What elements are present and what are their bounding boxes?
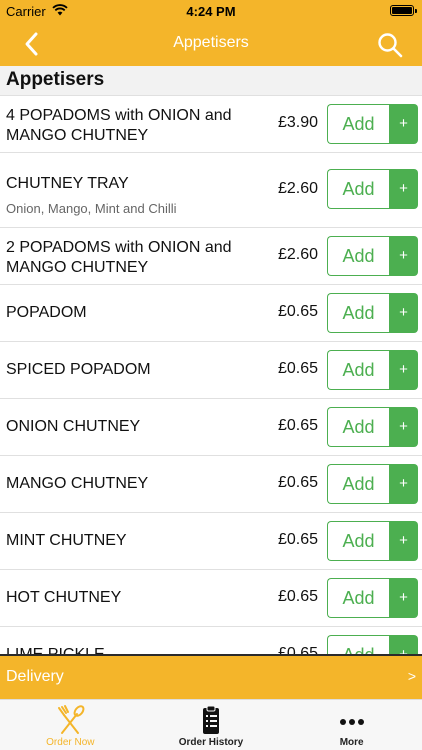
add-button[interactable]: Add + bbox=[327, 521, 418, 561]
item-price: £2.60 bbox=[277, 180, 318, 197]
nav-title: Appetisers bbox=[173, 34, 249, 51]
item-price: £0.65 bbox=[277, 303, 318, 320]
add-button-label: Add bbox=[327, 350, 389, 390]
item-price: £0.65 bbox=[277, 417, 318, 434]
item-name: 4 POPADOMS with ONION and MANGO CHUTNEY bbox=[6, 107, 232, 144]
menu-item: CHUTNEY TRAY Onion, Mango, Mint and Chil… bbox=[0, 153, 422, 228]
tab-bar: Order Now Order History More bbox=[0, 699, 422, 750]
item-name: POPADOM bbox=[6, 304, 87, 321]
add-button-label: Add bbox=[327, 521, 389, 561]
nav-bar: Appetisers bbox=[0, 22, 422, 66]
fork-knife-icon bbox=[58, 705, 85, 734]
item-description: Onion, Mango, Mint and Chilli bbox=[6, 201, 177, 216]
add-button-label: Add bbox=[327, 104, 389, 144]
status-time: 4:24 PM bbox=[186, 4, 236, 19]
add-button[interactable]: Add + bbox=[327, 635, 418, 654]
add-button[interactable]: Add + bbox=[327, 464, 418, 504]
item-price: £0.65 bbox=[277, 531, 318, 548]
menu-item: 4 POPADOMS with ONION and MANGO CHUTNEY … bbox=[0, 96, 422, 153]
add-button-label: Add bbox=[327, 407, 389, 447]
more-dots-icon bbox=[339, 719, 364, 725]
plus-icon: + bbox=[389, 293, 418, 333]
item-price: £0.65 bbox=[277, 360, 318, 377]
plus-icon: + bbox=[389, 169, 418, 209]
add-button-label: Add bbox=[327, 293, 389, 333]
item-name: 2 POPADOMS with ONION and MANGO CHUTNEY bbox=[6, 239, 232, 276]
plus-icon: + bbox=[389, 464, 418, 504]
chevron-right-icon: > bbox=[407, 668, 416, 684]
item-name: SPICED POPADOM bbox=[6, 361, 151, 378]
tab-label: More bbox=[339, 737, 364, 748]
menu-item: MANGO CHUTNEY £0.65 Add + bbox=[0, 456, 422, 513]
add-button-label: Add bbox=[327, 236, 389, 276]
clipboard-icon bbox=[203, 705, 219, 734]
item-price: £0.65 bbox=[277, 474, 318, 491]
menu-item: SPICED POPADOM £0.65 Add + bbox=[0, 342, 422, 399]
item-price: £3.90 bbox=[277, 114, 318, 131]
add-button-label: Add bbox=[327, 635, 389, 654]
item-price: £0.65 bbox=[277, 645, 318, 654]
menu-item: 2 POPADOMS with ONION and MANGO CHUTNEY … bbox=[0, 228, 422, 285]
plus-icon: + bbox=[389, 350, 418, 390]
tab-order-history[interactable]: Order History bbox=[141, 700, 282, 750]
plus-icon: + bbox=[389, 104, 418, 144]
status-bar: Carrier 4:24 PM bbox=[0, 0, 422, 22]
add-button-label: Add bbox=[327, 578, 389, 618]
add-button[interactable]: Add + bbox=[327, 169, 418, 209]
menu-item: MINT CHUTNEY £0.65 Add + bbox=[0, 513, 422, 570]
add-button[interactable]: Add + bbox=[327, 578, 418, 618]
item-price: £0.65 bbox=[277, 588, 318, 605]
menu-item: POPADOM £0.65 Add + bbox=[0, 285, 422, 342]
search-icon[interactable] bbox=[376, 31, 404, 59]
plus-icon: + bbox=[389, 635, 418, 654]
delivery-label: Delivery bbox=[6, 668, 64, 685]
battery-icon bbox=[390, 5, 417, 16]
item-name: HOT CHUTNEY bbox=[6, 589, 122, 606]
plus-icon: + bbox=[389, 236, 418, 276]
item-name: ONION CHUTNEY bbox=[6, 418, 141, 435]
item-price: £2.60 bbox=[277, 246, 318, 263]
menu-item: HOT CHUTNEY £0.65 Add + bbox=[0, 570, 422, 627]
add-button[interactable]: Add + bbox=[327, 236, 418, 276]
menu-list[interactable]: Appetisers 4 POPADOMS with ONION and MAN… bbox=[0, 66, 422, 654]
item-name: MANGO CHUTNEY bbox=[6, 475, 149, 492]
tab-label: Order Now bbox=[46, 737, 95, 748]
tab-more[interactable]: More bbox=[281, 700, 422, 750]
add-button-label: Add bbox=[327, 464, 389, 504]
add-button[interactable]: Add + bbox=[327, 293, 418, 333]
menu-item: LIME PICKLE £0.65 Add + bbox=[0, 627, 422, 654]
item-name: LIME PICKLE bbox=[6, 645, 256, 654]
item-name: CHUTNEY TRAY bbox=[6, 175, 129, 192]
plus-icon: + bbox=[389, 407, 418, 447]
section-header: Appetisers bbox=[0, 66, 422, 96]
delivery-bar[interactable]: Delivery > bbox=[0, 654, 422, 699]
item-name: MINT CHUTNEY bbox=[6, 532, 127, 549]
menu-item: ONION CHUTNEY £0.65 Add + bbox=[0, 399, 422, 456]
tab-label: Order History bbox=[178, 737, 244, 748]
add-button-label: Add bbox=[327, 169, 389, 209]
plus-icon: + bbox=[389, 521, 418, 561]
tab-order-now[interactable]: Order Now bbox=[0, 700, 141, 750]
add-button[interactable]: Add + bbox=[327, 104, 418, 144]
add-button[interactable]: Add + bbox=[327, 350, 418, 390]
add-button[interactable]: Add + bbox=[327, 407, 418, 447]
plus-icon: + bbox=[389, 578, 418, 618]
